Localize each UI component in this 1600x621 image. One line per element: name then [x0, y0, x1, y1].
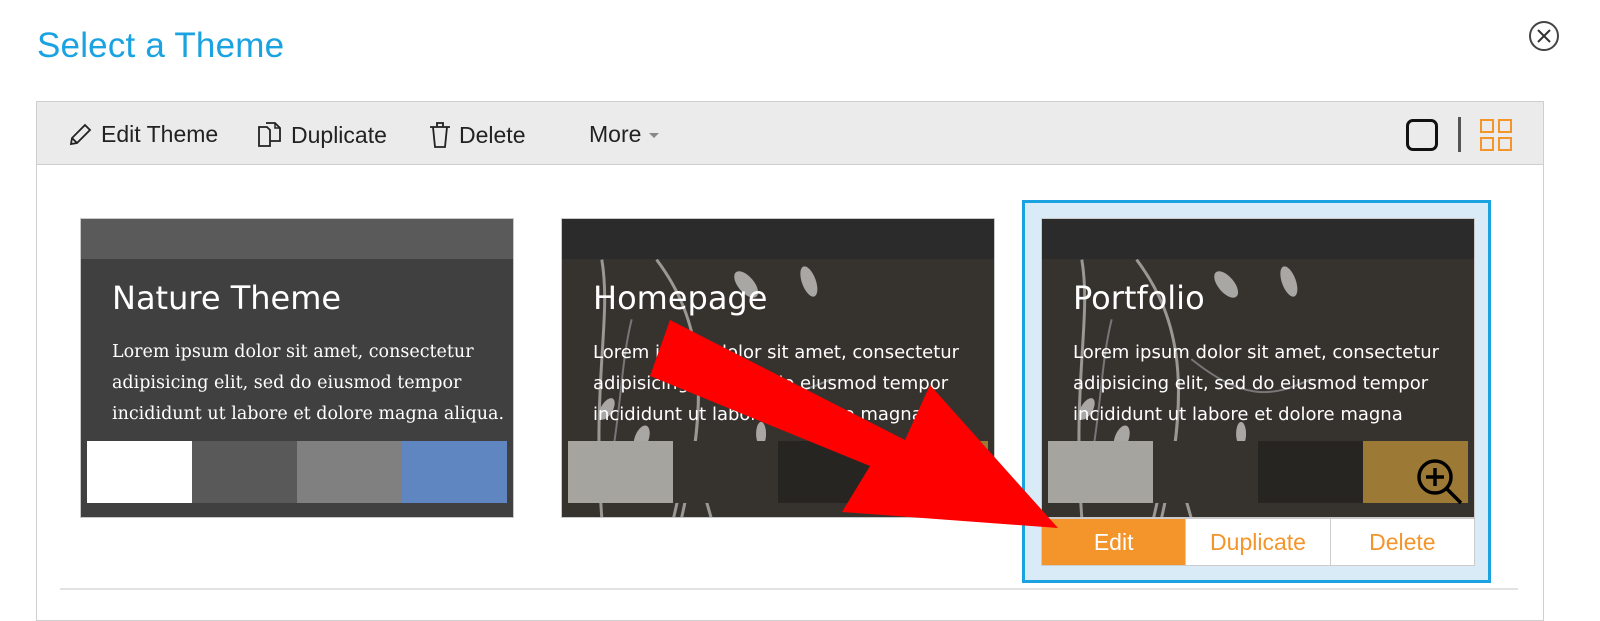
theme-name: Portfolio	[1073, 279, 1205, 317]
duplicate-label: Duplicate	[291, 121, 387, 148]
duplicate-icon	[258, 122, 281, 147]
theme-card-homepage[interactable]: Homepage Lorem ipsum dolor sit amet, con…	[561, 218, 995, 518]
swatch	[1048, 441, 1153, 503]
card-header-bar	[81, 219, 513, 259]
swatch	[673, 441, 778, 503]
swatch	[402, 441, 507, 503]
theme-card-portfolio[interactable]: Portfolio Lorem ipsum dolor sit amet, co…	[1041, 218, 1475, 518]
color-swatches	[568, 441, 988, 503]
toolbar: Edit Theme Duplicate Delete More	[37, 102, 1543, 165]
edit-theme-button[interactable]: Edit Theme	[67, 121, 218, 148]
single-view-toggle[interactable]	[1406, 119, 1438, 151]
theme-description: Lorem ipsum dolor sit amet, consectetur …	[112, 342, 505, 424]
theme-description: Lorem ipsum dolor sit amet, consectetur …	[593, 342, 960, 425]
swatch	[883, 441, 988, 503]
grid-view-toggle[interactable]	[1480, 119, 1513, 152]
color-swatches	[1048, 441, 1468, 503]
delete-label: Delete	[459, 121, 526, 148]
swatch	[1153, 441, 1258, 503]
more-label: More	[589, 121, 642, 147]
edit-theme-label: Edit Theme	[101, 121, 219, 147]
swatch	[297, 441, 402, 503]
grid-cell	[1498, 137, 1512, 151]
pencil-icon	[69, 123, 92, 145]
swatch	[192, 441, 297, 503]
view-separator	[1458, 117, 1461, 152]
card-actions: Edit Duplicate Delete	[1041, 518, 1475, 566]
delete-button[interactable]: Delete	[429, 121, 525, 149]
theme-name: Homepage	[593, 279, 768, 317]
swatch	[87, 441, 192, 503]
theme-name: Nature Theme	[112, 279, 342, 317]
trash-icon	[430, 122, 450, 148]
duplicate-button[interactable]: Duplicate	[257, 121, 387, 149]
zoom-in-icon[interactable]	[1414, 456, 1464, 506]
grid-cell	[1498, 119, 1512, 133]
color-swatches	[87, 441, 507, 503]
close-button[interactable]	[1529, 21, 1559, 51]
close-icon	[1537, 29, 1551, 43]
panel-bottom-divider	[60, 588, 1518, 590]
card-delete-button[interactable]: Delete	[1329, 519, 1474, 565]
card-header-bar	[562, 219, 994, 259]
more-dropdown[interactable]: More	[589, 121, 660, 148]
card-header-bar	[1042, 219, 1474, 259]
dialog-title: Select a Theme	[37, 26, 285, 65]
grid-cell	[1480, 137, 1494, 151]
card-duplicate-button[interactable]: Duplicate	[1185, 519, 1329, 565]
theme-description: Lorem ipsum dolor sit amet, consectetur …	[1073, 342, 1440, 425]
swatch	[1258, 441, 1363, 503]
swatch	[568, 441, 673, 503]
card-edit-button[interactable]: Edit	[1042, 519, 1186, 565]
swatch	[778, 441, 883, 503]
grid-cell	[1480, 119, 1494, 133]
caret-down-icon	[649, 132, 660, 138]
theme-card-nature[interactable]: Nature Theme Lorem ipsum dolor sit amet,…	[80, 218, 514, 518]
